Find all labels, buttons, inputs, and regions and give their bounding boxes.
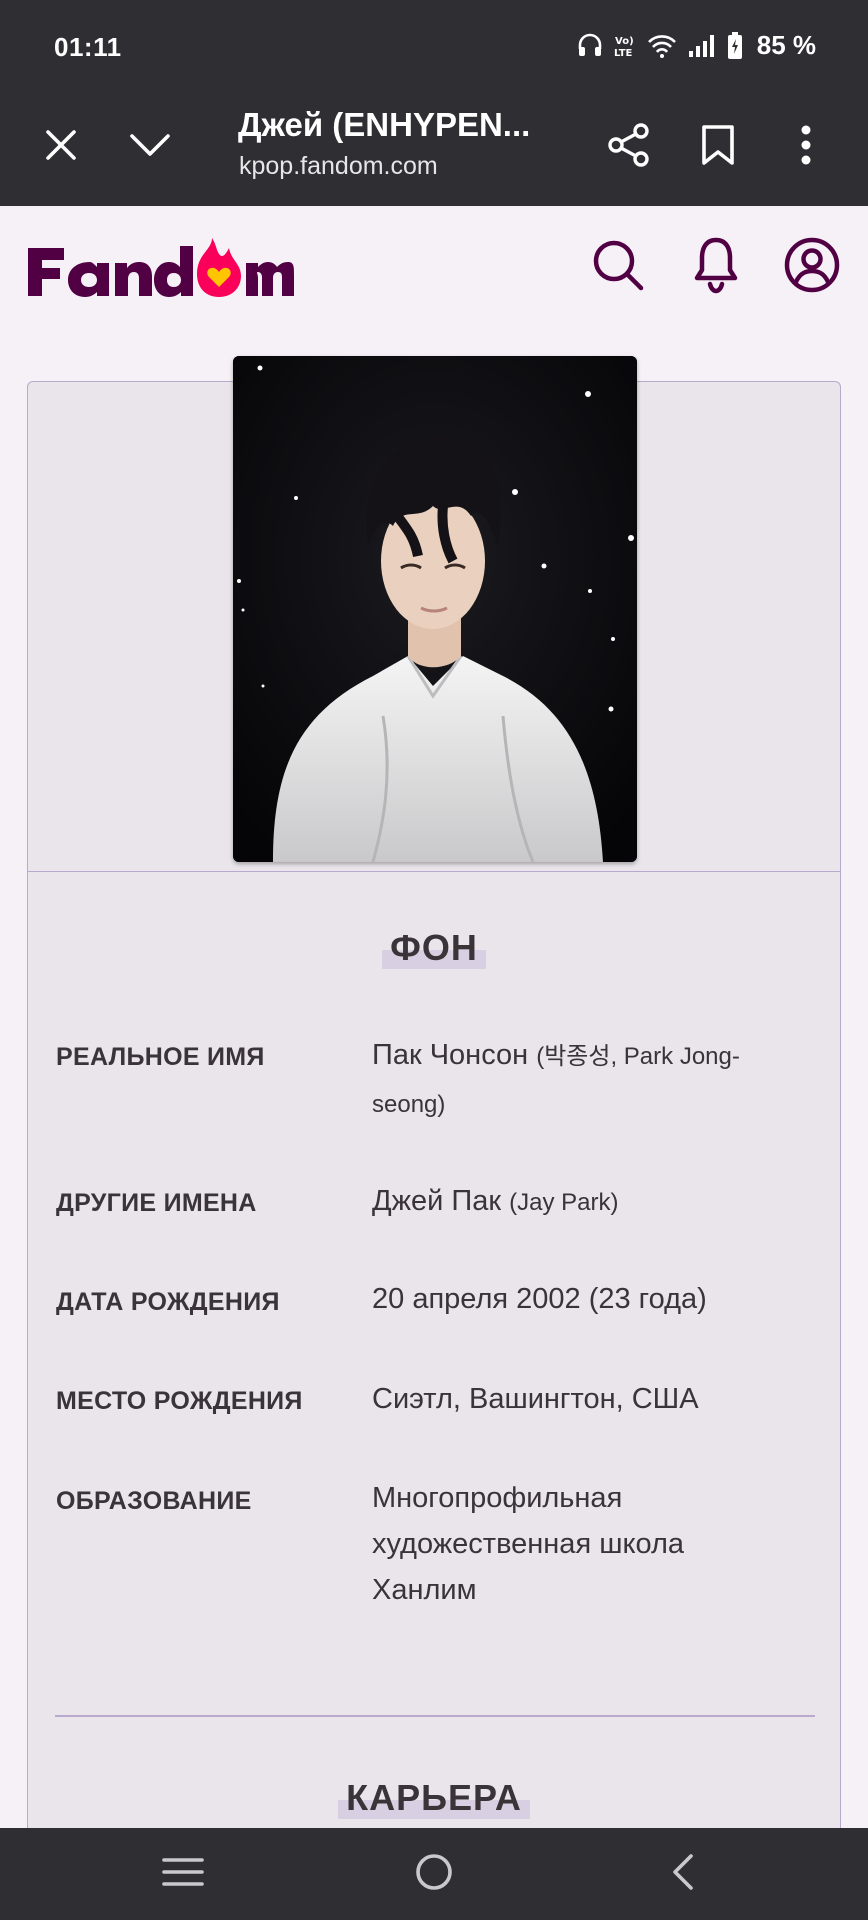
status-time: 01:11 <box>54 32 122 62</box>
signal-icon <box>687 33 717 59</box>
section-title-career: КАРЬЕРА <box>28 1777 840 1819</box>
other-names-alt: (Jay Park) <box>509 1189 619 1216</box>
battery-level: 85 % <box>756 30 816 60</box>
user-icon <box>784 237 840 298</box>
svg-text:Vo): Vo) <box>615 36 634 47</box>
row-value-birth-place[interactable]: Сиэтл, Вашингтон, США <box>372 1376 802 1422</box>
headphones-icon <box>577 33 603 59</box>
section-divider <box>55 1715 815 1717</box>
system-nav-bar <box>0 1828 868 1920</box>
page-title[interactable]: Джей (ENHYPEN... <box>238 106 538 144</box>
section-title-background: ФОН <box>28 927 840 969</box>
row-label-real-name: РЕАЛЬНОЕ ИМЯ <box>56 1043 265 1071</box>
site-header <box>0 206 868 322</box>
account-button[interactable] <box>779 234 845 300</box>
profile-photo[interactable] <box>233 356 637 862</box>
back-button[interactable] <box>642 1840 722 1908</box>
chevron-down-icon <box>129 131 171 164</box>
status-icons: Vo) LTE 85 % <box>577 30 816 61</box>
volte-icon: Vo) LTE <box>613 33 637 59</box>
bookmark-button[interactable] <box>683 112 753 182</box>
row-value-other-names: Джей Пак (Jay Park) <box>372 1178 802 1226</box>
recent-apps-icon <box>162 1856 204 1893</box>
fandom-logo[interactable] <box>24 234 294 302</box>
close-icon <box>43 127 79 168</box>
infobox-data: ФОН РЕАЛЬНОЕ ИМЯ Пак Чонсон (박종성, Park J… <box>27 871 841 1831</box>
row-label-birth-place: МЕСТО РОЖДЕНИЯ <box>56 1387 303 1415</box>
close-tab-button[interactable] <box>26 112 96 182</box>
row-value-real-name: Пак Чонсон (박종성, Park Jong-seong) <box>372 1032 802 1128</box>
recent-apps-button[interactable] <box>143 1840 223 1908</box>
search-icon <box>591 238 645 297</box>
row-value-birth-date: 20 апреля 2002 (23 года) <box>372 1283 707 1315</box>
notifications-button[interactable] <box>683 234 749 300</box>
search-button[interactable] <box>585 234 651 300</box>
home-icon <box>414 1852 454 1897</box>
wifi-icon <box>647 33 677 59</box>
page-content: ФОН РЕАЛЬНОЕ ИМЯ Пак Чонсон (박종성, Park J… <box>0 322 868 1831</box>
status-bar: 01:11 Vo) LTE 85 % <box>0 0 868 92</box>
more-options-button[interactable] <box>771 112 841 182</box>
minimize-button[interactable] <box>115 112 185 182</box>
share-button[interactable] <box>594 112 664 182</box>
more-vert-icon <box>800 124 812 171</box>
back-icon <box>667 1852 697 1897</box>
real-name-value: Пак Чонсон <box>372 1039 529 1071</box>
browser-toolbar: Джей (ENHYPEN... kpop.fandom.com <box>0 92 868 206</box>
battery-icon <box>727 31 743 60</box>
page-url[interactable]: kpop.fandom.com <box>239 152 438 181</box>
section-title-career-text: КАРЬЕРА <box>338 1777 530 1819</box>
row-label-education: ОБРАЗОВАНИЕ <box>56 1487 252 1515</box>
share-icon <box>607 122 651 172</box>
bell-icon <box>694 236 738 299</box>
row-label-other-names: ДРУГИЕ ИМЕНА <box>56 1189 257 1217</box>
section-title-text: ФОН <box>382 927 486 969</box>
row-value-education[interactable]: Многопрофильная художественная школа Хан… <box>372 1475 752 1613</box>
bookmark-icon <box>701 124 735 171</box>
home-button[interactable] <box>394 1840 474 1908</box>
row-label-birth-date: ДАТА РОЖДЕНИЯ <box>56 1288 280 1316</box>
svg-text:LTE: LTE <box>614 48 633 59</box>
other-names-value: Джей Пак <box>372 1185 502 1217</box>
